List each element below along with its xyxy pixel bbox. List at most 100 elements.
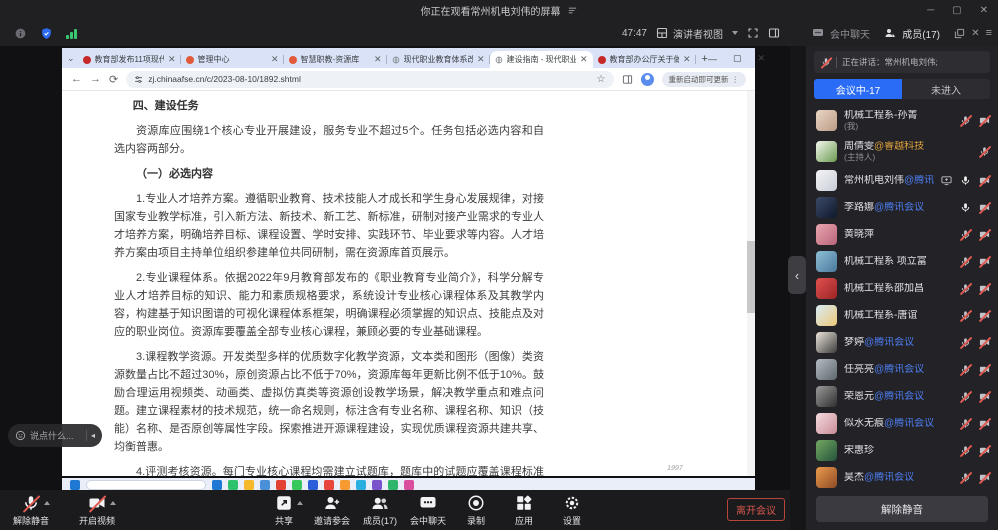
close-button[interactable]: ✕ [980, 5, 988, 16]
chat-input-placeholder[interactable]: 说点什么... [30, 429, 74, 442]
maximize-button[interactable]: ▢ [952, 5, 961, 16]
taskbar-app-icon[interactable] [404, 480, 414, 490]
member-row[interactable]: 荣恩元@腾讯会议 [816, 383, 992, 410]
taskbar-app-icon[interactable] [260, 480, 270, 490]
tune-icon[interactable] [134, 75, 143, 84]
network-detail-icon[interactable] [567, 5, 578, 16]
windows-start-icon[interactable] [70, 480, 80, 490]
security-shield-icon[interactable] [40, 27, 53, 40]
update-chip[interactable]: 重新启动即可更新 ⋮ [662, 72, 747, 87]
record-button[interactable]: 录制 [455, 494, 497, 527]
member-row[interactable]: 梦婷@腾讯会议 [816, 329, 992, 356]
unmute-button[interactable]: 解除静音 [816, 496, 988, 522]
taskbar-app-icon[interactable] [212, 480, 222, 490]
member-row[interactable]: 昊杰@腾讯会议 [816, 464, 992, 491]
quick-chat-bubble[interactable]: 说点什么... ◂ [8, 424, 102, 447]
browser-tab[interactable]: 教育部办公厅关于做好✕ [593, 51, 696, 68]
member-row[interactable]: 李路娜@腾讯会议 [816, 194, 992, 221]
browser-tab[interactable]: 建设指南 - 现代职业教✕ [490, 51, 593, 68]
member-row[interactable]: 任亮亮@腾讯会议 [816, 356, 992, 383]
fullscreen-icon[interactable] [747, 27, 759, 39]
minimize-button[interactable]: ─ [927, 5, 934, 16]
view-mode-selector[interactable]: 演讲者视图 [673, 26, 723, 41]
member-row[interactable]: 机械工程系-唐谊 [816, 302, 992, 329]
tab-close-icon[interactable]: ✕ [168, 54, 176, 65]
member-row[interactable]: 宋惠珍 [816, 437, 992, 464]
reload-icon[interactable]: ⟳ [109, 73, 118, 86]
back-icon[interactable]: ← [71, 73, 82, 85]
member-row[interactable]: 常州机电刘伟@腾讯会议 [816, 167, 992, 194]
browser-maximize-icon[interactable]: ▢ [733, 53, 742, 64]
os-taskbar [62, 478, 755, 490]
doc-subheading: （一）必选内容 [114, 165, 544, 183]
browser-tab[interactable]: 教育部发布11项现代职✕ [78, 51, 181, 68]
taskbar-app-icon[interactable] [228, 480, 238, 490]
page-scrollbar[interactable] [747, 91, 755, 476]
scrollbar-thumb[interactable] [747, 241, 755, 313]
profile-avatar[interactable] [641, 73, 654, 86]
tab-close-icon[interactable]: ✕ [477, 54, 485, 65]
chat-button[interactable]: 会中聊天 [407, 494, 449, 527]
tab-not-joined[interactable]: 未进入 [902, 79, 990, 99]
taskbar-app-icon[interactable] [372, 480, 382, 490]
unmute-button-more-icon[interactable] [44, 501, 50, 505]
taskbar-app-icon[interactable] [276, 480, 286, 490]
taskbar-app-icon[interactable] [244, 480, 254, 490]
chip-menu-dots-icon[interactable]: ⋮ [732, 75, 740, 84]
taskbar-app-icon[interactable] [324, 480, 334, 490]
side-panel-icon[interactable] [768, 27, 780, 39]
meeting-info-icon[interactable] [14, 27, 27, 40]
tab-close-icon[interactable]: ✕ [580, 54, 588, 65]
tab-close-icon[interactable]: ✕ [683, 54, 691, 65]
chat-icon[interactable] [812, 27, 824, 39]
taskbar-app-icon[interactable] [356, 480, 366, 490]
invite-button[interactable]: 邀请参会 [311, 494, 353, 527]
member-status-icons [960, 229, 990, 240]
page-content: 四、建设任务 资源库应围绕1个核心专业开展建设，服务专业不超过5个。任务包括必选… [62, 91, 755, 476]
start-video-button-more-icon[interactable] [110, 501, 116, 505]
emoji-icon[interactable] [15, 430, 26, 441]
url-field[interactable]: zj.chinaafse.cn/c/2023-08-10/1892.shtml … [126, 71, 613, 88]
popout-icon[interactable] [954, 28, 965, 39]
bookmark-star-icon[interactable]: ☆ [597, 74, 606, 85]
forward-icon[interactable]: → [90, 73, 101, 85]
member-row[interactable]: 机械工程系-孙菁 (我) [816, 105, 992, 136]
apps-button[interactable]: 应用 [503, 494, 545, 527]
unmute-button[interactable]: 解除静音 [10, 494, 52, 527]
panel-close-icon[interactable]: ✕ [971, 28, 979, 39]
member-row[interactable]: 似水无痕@腾讯会议 [816, 410, 992, 437]
panel-menu-icon[interactable]: ≡ [986, 27, 992, 39]
share-screen-button-more-icon[interactable] [297, 501, 303, 505]
tab-close-icon[interactable]: ✕ [374, 54, 382, 65]
tab-search-chevron-icon[interactable]: ⌄ [67, 53, 75, 64]
share-screen-button[interactable]: 共享 [263, 494, 305, 527]
browser-close-icon[interactable]: ✕ [758, 53, 766, 64]
member-row[interactable]: 黄晓萍 [816, 221, 992, 248]
bubble-collapse-icon[interactable]: ◂ [91, 431, 95, 440]
browser-tab[interactable]: 现代职业教育体系改革✕ [387, 51, 490, 68]
member-status-icons [960, 418, 990, 429]
start-video-button[interactable]: 开启视频 [76, 494, 118, 527]
member-row[interactable]: 周倩雯@睿越科技 (主持人) [816, 136, 992, 167]
view-mode-caret-icon[interactable] [732, 31, 738, 35]
member-row[interactable]: 机械工程系 项立富 [816, 248, 992, 275]
sidebar-collapse-handle[interactable]: ‹ [788, 256, 806, 294]
browser-tab[interactable]: 管理中心✕ [181, 51, 284, 68]
taskbar-app-icon[interactable] [340, 480, 350, 490]
browser-tab[interactable]: 智慧职教-资源库✕ [284, 51, 387, 68]
taskbar-app-icon[interactable] [308, 480, 318, 490]
taskbar-app-icon[interactable] [292, 480, 302, 490]
browser-minimize-icon[interactable]: — [708, 54, 717, 64]
settings-button[interactable]: 设置 [551, 494, 593, 527]
member-row[interactable]: 机械工程系邵加昌 [816, 275, 992, 302]
taskbar-app-icon[interactable] [388, 480, 398, 490]
leave-meeting-button[interactable]: 离开会议 [727, 498, 785, 521]
tab-chat[interactable]: 会中聊天 [830, 26, 870, 41]
tab-close-icon[interactable]: ✕ [271, 54, 279, 65]
tab-in-meeting[interactable]: 会议中-17 [814, 79, 902, 99]
tab-members[interactable]: 成员(17) [902, 26, 940, 41]
members-button[interactable]: 成员(17) [359, 494, 401, 527]
taskbar-search-input[interactable] [86, 480, 206, 490]
reading-panel-icon[interactable] [622, 74, 633, 85]
network-signal-icon[interactable] [66, 28, 77, 39]
